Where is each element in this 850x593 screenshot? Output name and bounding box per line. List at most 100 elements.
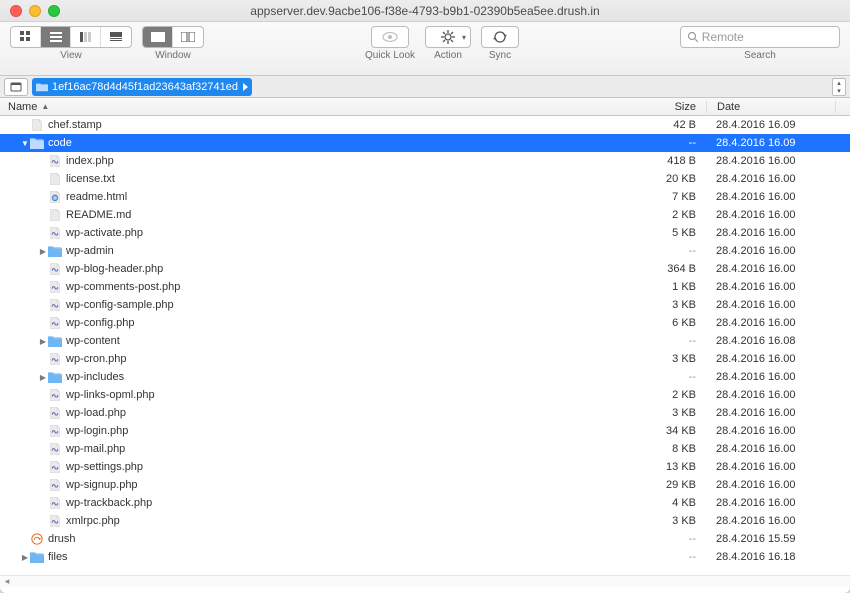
view-columns-button[interactable] (71, 27, 101, 47)
table-row[interactable]: chef.stamp42 B28.4.2016 16.09 (0, 116, 850, 134)
column-header-size[interactable]: Size (626, 101, 706, 113)
file-size: -- (626, 551, 706, 563)
table-row[interactable]: ▶wp-includes--28.4.2016 16.00 (0, 368, 850, 386)
table-row[interactable]: wp-comments-post.php1 KB28.4.2016 16.00 (0, 278, 850, 296)
folder-icon (30, 137, 44, 149)
php-icon (48, 497, 62, 509)
disclosure-triangle-icon[interactable]: ▼ (20, 139, 30, 148)
file-size: 3 KB (626, 407, 706, 419)
horizontal-scrollbar[interactable]: ◂ (0, 575, 850, 587)
disclosure-triangle-icon[interactable]: ▶ (38, 247, 48, 256)
quicklook-button[interactable] (371, 26, 409, 48)
file-size: 29 KB (626, 479, 706, 491)
file-date: 28.4.2016 16.00 (706, 443, 836, 455)
table-row[interactable]: wp-trackback.php4 KB28.4.2016 16.00 (0, 494, 850, 512)
sync-button[interactable] (481, 26, 519, 48)
table-row[interactable]: wp-links-opml.php2 KB28.4.2016 16.00 (0, 386, 850, 404)
search-input[interactable] (702, 30, 833, 44)
close-button[interactable] (10, 5, 22, 17)
file-size: 7 KB (626, 191, 706, 203)
table-row[interactable]: README.md2 KB28.4.2016 16.00 (0, 206, 850, 224)
table-row[interactable]: wp-blog-header.php364 B28.4.2016 16.00 (0, 260, 850, 278)
php-icon (48, 281, 62, 293)
titlebar: appserver.dev.9acbe106-f38e-4793-b9b1-02… (0, 0, 850, 22)
table-row[interactable]: wp-load.php3 KB28.4.2016 16.00 (0, 404, 850, 422)
file-date: 28.4.2016 16.00 (706, 191, 836, 203)
file-name: wp-includes (66, 371, 124, 383)
file-size: 3 KB (626, 353, 706, 365)
file-date: 28.4.2016 16.09 (706, 137, 836, 149)
file-date: 28.4.2016 16.00 (706, 515, 836, 527)
php-icon (48, 443, 62, 455)
disclosure-triangle-icon[interactable]: ▶ (20, 553, 30, 562)
disclosure-triangle-icon[interactable]: ▶ (38, 373, 48, 382)
table-row[interactable]: wp-activate.php5 KB28.4.2016 16.00 (0, 224, 850, 242)
file-name: wp-activate.php (66, 227, 143, 239)
file-name: readme.html (66, 191, 127, 203)
file-name: wp-mail.php (66, 443, 125, 455)
file-date: 28.4.2016 16.00 (706, 479, 836, 491)
window-label: Window (155, 50, 191, 61)
column-header-date[interactable]: Date (706, 101, 836, 113)
table-row[interactable]: drush--28.4.2016 15.59 (0, 530, 850, 548)
quicklook-label: Quick Look (365, 50, 415, 61)
file-date: 28.4.2016 15.59 (706, 533, 836, 545)
action-button[interactable]: ▾ (425, 26, 471, 48)
php-icon (48, 407, 62, 419)
table-row[interactable]: wp-login.php34 KB28.4.2016 16.00 (0, 422, 850, 440)
file-date: 28.4.2016 16.00 (706, 209, 836, 221)
breadcrumb[interactable]: 1ef16ac78d4d45f1ad23643af32741ed (32, 78, 252, 96)
file-date: 28.4.2016 16.00 (706, 353, 836, 365)
table-row[interactable]: ▼code--28.4.2016 16.09 (0, 134, 850, 152)
php-icon (48, 155, 62, 167)
view-coverflow-button[interactable] (101, 27, 131, 47)
table-row[interactable]: ▶files--28.4.2016 16.18 (0, 548, 850, 566)
table-row[interactable]: wp-mail.php8 KB28.4.2016 16.00 (0, 440, 850, 458)
column-header-name[interactable]: Name ▲ (0, 101, 626, 113)
file-date: 28.4.2016 16.00 (706, 461, 836, 473)
table-row[interactable]: license.txt20 KB28.4.2016 16.00 (0, 170, 850, 188)
view-group: View (10, 26, 132, 61)
scroll-left-icon: ◂ (0, 576, 14, 587)
file-name: wp-signup.php (66, 479, 138, 491)
table-row[interactable]: xmlrpc.php3 KB28.4.2016 16.00 (0, 512, 850, 530)
window-single-button[interactable] (143, 27, 173, 47)
php-icon (48, 317, 62, 329)
zoom-button[interactable] (48, 5, 60, 17)
table-row[interactable]: ▶wp-content--28.4.2016 16.08 (0, 332, 850, 350)
file-date: 28.4.2016 16.00 (706, 245, 836, 257)
table-row[interactable]: wp-config-sample.php3 KB28.4.2016 16.00 (0, 296, 850, 314)
file-name: chef.stamp (48, 119, 102, 131)
php-icon (48, 353, 62, 365)
file-listing[interactable]: chef.stamp42 B28.4.2016 16.09▼code--28.4… (0, 116, 850, 587)
minimize-button[interactable] (29, 5, 41, 17)
window-dual-button[interactable] (173, 27, 203, 47)
table-row[interactable]: index.php418 B28.4.2016 16.00 (0, 152, 850, 170)
file-size: 13 KB (626, 461, 706, 473)
table-row[interactable]: wp-config.php6 KB28.4.2016 16.00 (0, 314, 850, 332)
file-size: 5 KB (626, 227, 706, 239)
file-date: 28.4.2016 16.00 (706, 173, 836, 185)
file-name: index.php (66, 155, 114, 167)
pathbar: 1ef16ac78d4d45f1ad23643af32741ed ▴ ▾ (0, 76, 850, 98)
folder-icon (48, 371, 62, 383)
path-stepper[interactable]: ▴ ▾ (832, 78, 846, 96)
table-row[interactable]: wp-cron.php3 KB28.4.2016 16.00 (0, 350, 850, 368)
folder-icon (30, 551, 44, 563)
table-row[interactable]: readme.html 7 KB28.4.2016 16.00 (0, 188, 850, 206)
disclosure-triangle-icon[interactable]: ▶ (38, 337, 48, 346)
view-icon-button[interactable] (11, 27, 41, 47)
file-icon (48, 209, 62, 221)
search-field-wrapper[interactable] (680, 26, 840, 48)
table-row[interactable]: ▶wp-admin--28.4.2016 16.00 (0, 242, 850, 260)
table-row[interactable]: wp-settings.php13 KB28.4.2016 16.00 (0, 458, 850, 476)
file-date: 28.4.2016 16.18 (706, 551, 836, 563)
file-size: -- (626, 533, 706, 545)
file-date: 28.4.2016 16.00 (706, 281, 836, 293)
file-name: wp-load.php (66, 407, 126, 419)
file-icon (48, 173, 62, 185)
view-list-button[interactable] (41, 27, 71, 47)
history-button[interactable] (4, 78, 28, 96)
table-row[interactable]: wp-signup.php 29 KB28.4.2016 16.00 (0, 476, 850, 494)
file-name: xmlrpc.php (66, 515, 120, 527)
